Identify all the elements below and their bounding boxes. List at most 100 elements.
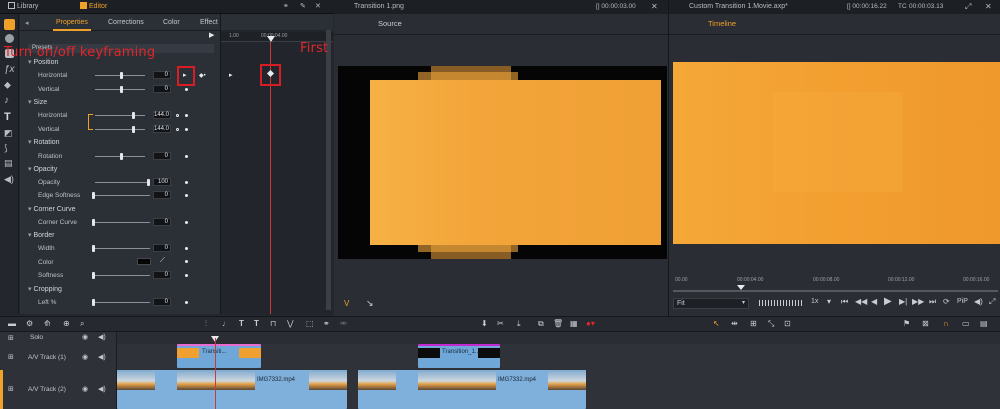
slider-knob[interactable] xyxy=(92,245,95,252)
tab-color[interactable]: Color xyxy=(163,19,180,26)
speed-label[interactable]: 1x xyxy=(811,298,818,305)
crop-left-value[interactable]: 0 xyxy=(153,298,171,306)
rotation-value[interactable]: 0 xyxy=(153,152,171,160)
volume-icon[interactable]: ◀) xyxy=(974,297,983,306)
overwrite-mode-icon[interactable]: ▤ xyxy=(980,319,988,328)
keyframe-dot[interactable] xyxy=(185,260,188,263)
add-icon[interactable]: ⊕ xyxy=(63,319,70,328)
trim-tool-icon[interactable]: ⇹ xyxy=(731,319,738,328)
group-border[interactable]: Border xyxy=(28,231,54,239)
editor-tab[interactable]: Editor xyxy=(80,2,120,12)
slider-knob[interactable] xyxy=(120,72,123,79)
crop-left-slider[interactable] xyxy=(95,302,150,303)
slider-knob[interactable] xyxy=(92,219,95,226)
keyframe-dot[interactable] xyxy=(185,88,188,91)
source-tab[interactable]: Source xyxy=(378,19,402,28)
keyframe-dot[interactable] xyxy=(185,221,188,224)
slider-knob[interactable] xyxy=(132,126,135,133)
library-tab[interactable]: Library xyxy=(8,2,54,12)
marker-add-icon[interactable]: ⚑ xyxy=(903,319,910,328)
eye-icon[interactable]: ◉ xyxy=(82,353,88,361)
step-back-icon[interactable]: ◀ xyxy=(871,297,877,306)
ruler-row[interactable] xyxy=(117,332,1000,344)
group-cropping[interactable]: Cropping xyxy=(28,285,61,293)
fit-tool-icon[interactable]: ⤡ xyxy=(768,319,774,329)
eye-icon[interactable]: ◉ xyxy=(82,333,88,341)
corner-curve-slider[interactable] xyxy=(95,222,150,223)
lock-icon[interactable]: ⊞ xyxy=(8,385,14,393)
audio-mixer-icon[interactable]: ⫶ xyxy=(205,319,207,329)
unlink-icon[interactable]: ⚮ xyxy=(340,319,347,328)
size-vertical-value[interactable]: 144.0 xyxy=(153,125,171,133)
ripple-icon[interactable]: ⬚ xyxy=(306,319,314,328)
keyframe-dot[interactable] xyxy=(185,194,188,197)
slider-knob[interactable] xyxy=(120,153,123,160)
paint-icon[interactable]: ⟆ xyxy=(4,143,15,154)
slider-knob[interactable] xyxy=(92,192,95,199)
edge-softness-slider[interactable] xyxy=(95,195,150,196)
viewer-ruler[interactable]: 00.00 00:00:04.00 00:00:08.00 00:00:12.0… xyxy=(673,275,998,293)
magnet-icon[interactable]: ∩ xyxy=(943,319,949,328)
keyframe-dot[interactable] xyxy=(185,128,188,131)
eyedropper-icon[interactable]: ⟋ xyxy=(160,257,165,265)
border-color-swatch[interactable] xyxy=(137,258,151,265)
marker-icon[interactable]: ⬇ xyxy=(481,319,488,328)
grid-icon[interactable]: ▦ xyxy=(570,319,578,328)
group-corner-curve[interactable]: Corner Curve xyxy=(28,205,75,213)
title-icon[interactable]: T xyxy=(239,319,244,328)
slip-tool-icon[interactable]: ⊞ xyxy=(750,319,757,328)
transition-icon[interactable]: ⊓ xyxy=(270,319,276,328)
eye-icon[interactable]: ◉ xyxy=(82,385,88,393)
border-width-value[interactable]: 0 xyxy=(153,244,171,252)
gear-icon[interactable]: ⚙ xyxy=(26,319,33,328)
close-icon[interactable]: ✕ xyxy=(651,2,658,11)
crop-tool-icon[interactable]: ⊡ xyxy=(784,319,791,328)
jog-wheel[interactable] xyxy=(759,300,803,306)
properties-icon[interactable] xyxy=(4,19,15,30)
size-horizontal-value[interactable]: 144.0 xyxy=(153,111,171,119)
expand-icon[interactable]: ⤢ xyxy=(989,297,995,307)
fit-dropdown[interactable]: Fit ▾ xyxy=(673,298,749,309)
transition-clip-2[interactable]: Transition_1... xyxy=(418,344,500,368)
play-icon[interactable]: ▶ xyxy=(209,31,214,39)
tabs-scroll-left-icon[interactable]: ◂ xyxy=(25,19,29,27)
speaker-icon[interactable]: ◀) xyxy=(98,333,106,341)
effects-icon[interactable]: ƒx xyxy=(4,64,15,75)
size-horizontal-slider[interactable] xyxy=(95,115,145,116)
insert-mode-icon[interactable]: ▭ xyxy=(962,319,970,328)
lock-icon[interactable]: ⊠ xyxy=(922,319,929,328)
audio-icon[interactable]: ◀) xyxy=(4,174,15,185)
menu-icon[interactable]: ▤ xyxy=(4,158,15,169)
arrow-icon[interactable]: ⤓ xyxy=(517,319,521,329)
slider-knob[interactable] xyxy=(147,179,150,186)
slider-knob[interactable] xyxy=(92,299,95,306)
timeline-tab[interactable]: Timeline xyxy=(708,19,736,28)
aspect-lock-icon[interactable] xyxy=(88,114,93,130)
keyframe-dot[interactable] xyxy=(185,114,188,117)
scrub-bar[interactable] xyxy=(673,290,998,292)
slider-knob[interactable] xyxy=(120,86,123,93)
border-softness-slider[interactable] xyxy=(95,275,150,276)
video-clip-2[interactable]: IMG7332.mp4 xyxy=(358,370,586,409)
corner-curve-value[interactable]: 0 xyxy=(153,218,171,226)
music-icon[interactable]: ♪ xyxy=(4,95,15,106)
color-icon[interactable] xyxy=(5,34,14,43)
fast-forward-icon[interactable]: ▶▶ xyxy=(912,297,924,306)
lock-icon[interactable]: ⊞ xyxy=(8,334,14,342)
skip-start-icon[interactable]: ⏮ xyxy=(841,297,848,307)
step-forward-icon[interactable]: ▶| xyxy=(899,297,907,306)
keyframe-dot[interactable] xyxy=(176,128,179,131)
keyframe-dot[interactable] xyxy=(185,274,188,277)
group-rotation[interactable]: Rotation xyxy=(28,138,59,146)
keyframe-dot[interactable] xyxy=(185,181,188,184)
rewind-icon[interactable]: ◀◀ xyxy=(855,297,867,306)
slider-knob[interactable] xyxy=(92,272,95,279)
video-clip-1[interactable]: IMG7332.mp4 xyxy=(117,370,347,409)
group-opacity[interactable]: Opacity xyxy=(28,165,57,173)
tab-properties[interactable]: Properties xyxy=(53,19,91,31)
montage-icon[interactable]: ◩ xyxy=(4,128,15,139)
title-3d-icon[interactable]: T xyxy=(254,319,259,328)
pip-button[interactable]: PiP xyxy=(957,298,968,305)
chevron-down-icon[interactable]: ▾ xyxy=(827,297,831,306)
pin-icon[interactable]: ✎ xyxy=(300,2,306,12)
